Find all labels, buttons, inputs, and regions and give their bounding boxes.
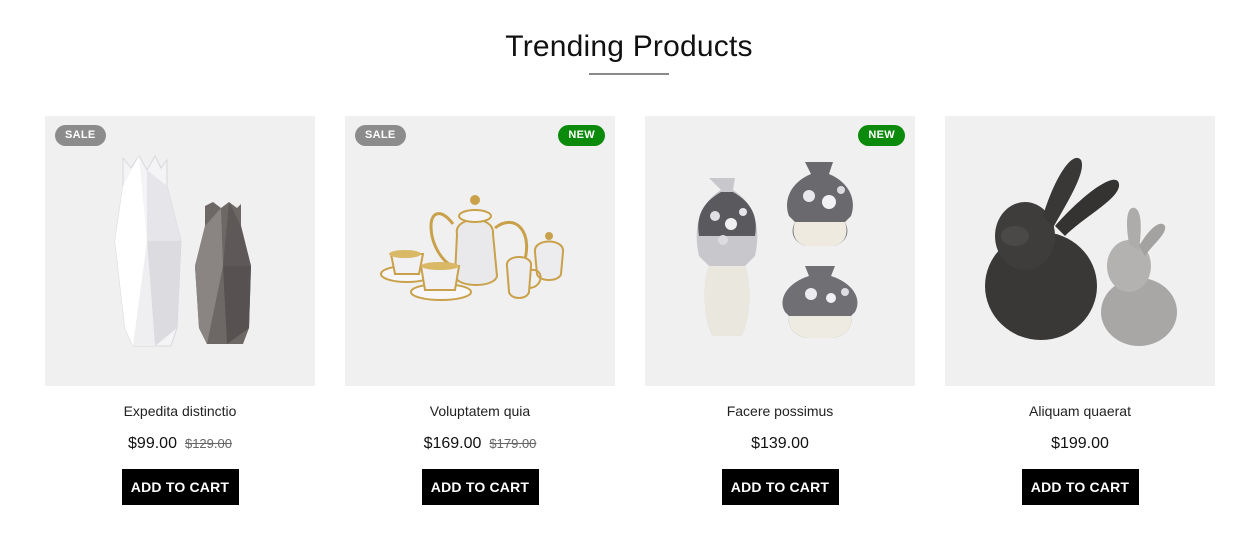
- new-badge: NEW: [858, 125, 905, 146]
- product-name[interactable]: Voluptatem quia: [430, 402, 530, 420]
- product-price: $139.00: [751, 435, 809, 452]
- product-card: NEW Facere possimus $139.00 ADD TO CART: [645, 116, 915, 505]
- add-to-cart-button[interactable]: ADD TO CART: [1021, 469, 1139, 505]
- add-to-cart-button[interactable]: ADD TO CART: [121, 469, 239, 505]
- product-price: $99.00: [128, 435, 177, 452]
- rabbits-image: [985, 157, 1177, 346]
- add-to-cart-button[interactable]: ADD TO CART: [421, 469, 539, 505]
- vases-image: [114, 154, 251, 347]
- sale-badge: SALE: [355, 125, 406, 146]
- product-price: $199.00: [1051, 435, 1109, 452]
- title-underline: [589, 73, 669, 75]
- product-old-price: $129.00: [184, 436, 232, 451]
- product-image[interactable]: [945, 116, 1215, 386]
- product-name[interactable]: Aliquam quaerat: [1029, 402, 1131, 420]
- product-name[interactable]: Expedita distinctio: [124, 402, 237, 420]
- product-price: $169.00: [423, 435, 482, 452]
- new-badge: NEW: [558, 125, 605, 146]
- add-to-cart-button[interactable]: ADD TO CART: [721, 469, 839, 505]
- product-image[interactable]: NEW: [645, 116, 915, 386]
- product-name[interactable]: Facere possimus: [727, 402, 834, 420]
- price-row: $199.00: [1051, 433, 1109, 455]
- section-title: Trending Products: [505, 30, 753, 63]
- product-card: Aliquam quaerat $199.00 ADD TO CART: [945, 116, 1215, 505]
- product-image[interactable]: SALE NEW: [345, 116, 615, 386]
- price-row: $169.00 $179.00: [424, 433, 537, 455]
- product-card: SALE NEW Voluptatem quia $169.00 $179.00…: [345, 116, 615, 505]
- price-row: $139.00: [751, 433, 809, 455]
- product-old-price: $179.00: [489, 436, 537, 451]
- product-image[interactable]: SALE: [45, 116, 315, 386]
- product-card: SALE Expedita distinctio $99.00 $129.00 …: [45, 116, 315, 505]
- price-row: $99.00 $129.00: [128, 433, 232, 455]
- mosaic-vases-image: [696, 162, 858, 338]
- sale-badge: SALE: [55, 125, 106, 146]
- tea-set-image: [380, 195, 564, 301]
- product-grid: SALE Expedita distinctio $99.00 $129.00 …: [45, 116, 1215, 505]
- trending-products-section: Trending Products SALE Expedita distinct…: [0, 0, 1254, 540]
